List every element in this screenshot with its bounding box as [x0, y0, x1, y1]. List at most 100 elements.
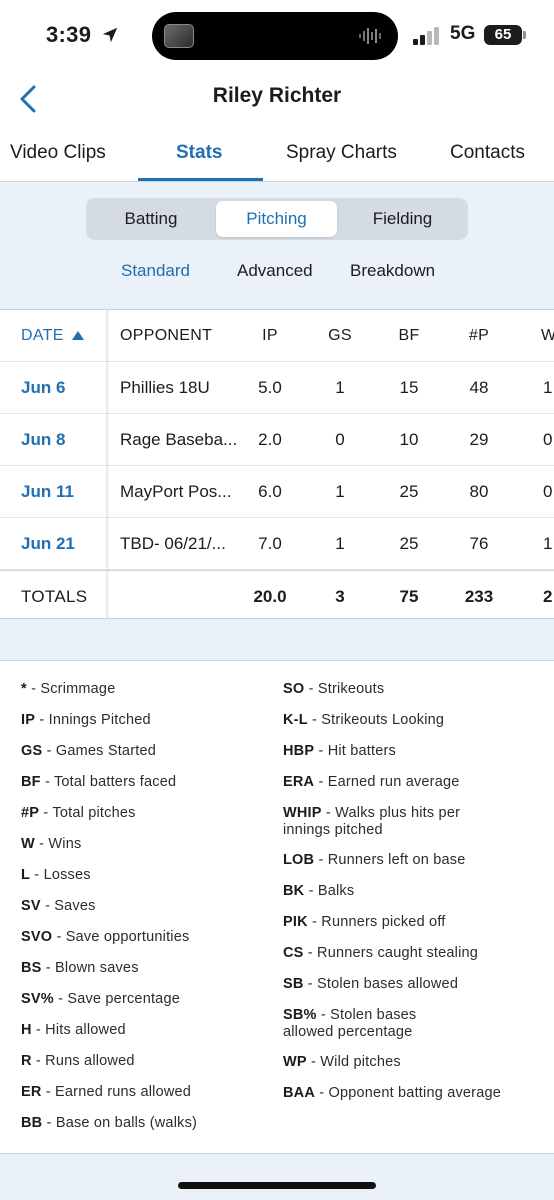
- subtab-advanced[interactable]: Advanced: [237, 261, 313, 281]
- row-w: 0: [543, 481, 553, 501]
- legend-item: WP - Wild pitches: [283, 1054, 401, 1070]
- tab-contacts[interactable]: Contacts: [450, 142, 525, 164]
- totals-pitches: 233: [464, 586, 494, 606]
- row-bf: 25: [399, 533, 419, 553]
- row-gs: 1: [335, 533, 345, 553]
- column-header-ip[interactable]: IP: [240, 310, 300, 361]
- column-header-w[interactable]: W: [541, 310, 554, 361]
- legend-item: SVO - Save opportunities: [21, 929, 190, 945]
- legend-item: BAA - Opponent batting average: [283, 1085, 502, 1101]
- legend-item: BS - Blown saves: [21, 960, 139, 976]
- row-opponent: Rage Baseba...: [120, 429, 238, 449]
- table-row[interactable]: Jun 21 TBD- 06/21/... 7.0 1 25 76 1: [0, 518, 554, 570]
- location-arrow-icon: [102, 27, 118, 43]
- legend-item: GS - Games Started: [21, 743, 156, 759]
- row-pitches: 80: [469, 481, 489, 501]
- row-gs: 1: [335, 481, 345, 501]
- cellular-signal-icon: [413, 27, 439, 45]
- audio-waveform-icon: [359, 28, 381, 44]
- legend-item: SB% - Stolen bases allowed percentage: [283, 1007, 417, 1040]
- battery-tip: [523, 31, 526, 39]
- legend-item: HBP - Hit batters: [283, 743, 396, 759]
- nav-bar: Riley Richter: [0, 72, 554, 128]
- tab-stats[interactable]: Stats: [176, 142, 222, 164]
- column-header-opponent[interactable]: OPPONENT: [120, 310, 212, 361]
- legend-item: BF - Total batters faced: [21, 774, 177, 790]
- legend-item: H - Hits allowed: [21, 1022, 126, 1038]
- table-row[interactable]: Jun 6 Phillies 18U 5.0 1 15 48 1: [0, 362, 554, 414]
- row-w: 1: [543, 533, 553, 553]
- row-bf: 10: [399, 429, 419, 449]
- pitching-stats-table[interactable]: DATE OPPONENT IP GS BF #P W Jun 6 Philli…: [0, 309, 554, 619]
- page-title: Riley Richter: [212, 84, 342, 107]
- status-bar: 3:39 5G 65: [0, 0, 554, 72]
- status-time: 3:39: [46, 22, 92, 47]
- sort-ascending-icon: [71, 331, 84, 340]
- legend-item: IP - Innings Pitched: [21, 712, 151, 728]
- row-pitches: 76: [469, 533, 489, 553]
- legend-item: PIK - Runners picked off: [283, 914, 446, 930]
- tab-video-clips[interactable]: Video Clips: [10, 142, 106, 164]
- totals-row: TOTALS 20.0 3 75 233 2: [0, 570, 554, 618]
- subtab-breakdown[interactable]: Breakdown: [350, 261, 435, 281]
- frozen-column-divider: [106, 310, 110, 618]
- row-opponent: MayPort Pos...: [120, 481, 232, 501]
- row-date[interactable]: Jun 6: [21, 362, 65, 413]
- legend-item: SV% - Save percentage: [21, 991, 180, 1007]
- column-header-date-label: DATE: [21, 326, 64, 344]
- row-bf: 25: [399, 481, 419, 501]
- legend-item: BB - Base on balls (walks): [21, 1115, 198, 1131]
- legend-item: CS - Runners caught stealing: [283, 945, 479, 961]
- home-indicator[interactable]: [178, 1182, 376, 1189]
- legend-item: SB - Stolen bases allowed: [283, 976, 459, 992]
- battery-icon: 65: [484, 25, 522, 45]
- column-header-date[interactable]: DATE: [21, 310, 84, 361]
- column-header-bf[interactable]: BF: [379, 310, 439, 361]
- totals-ip: 20.0: [253, 586, 287, 606]
- segment-fielding[interactable]: Fielding: [340, 201, 465, 237]
- legend-item: * - Scrimmage: [21, 681, 116, 697]
- totals-label: TOTALS: [21, 586, 88, 606]
- battery-level: 65: [494, 26, 512, 43]
- row-pitches: 29: [469, 429, 489, 449]
- row-w: 0: [543, 429, 553, 449]
- row-ip: 5.0: [258, 377, 282, 397]
- column-header-gs[interactable]: GS: [310, 310, 370, 361]
- row-date[interactable]: Jun 8: [21, 414, 65, 465]
- row-ip: 2.0: [258, 429, 282, 449]
- totals-w: 2: [543, 586, 553, 606]
- stat-view-tabs: Standard Advanced Breakdown: [0, 261, 554, 283]
- main-tabs: Video Clips Stats Spray Charts Contacts: [0, 128, 554, 182]
- table-row[interactable]: Jun 8 Rage Baseba... 2.0 0 10 29 0: [0, 414, 554, 466]
- table-row[interactable]: Jun 11 MayPort Pos... 6.0 1 25 80 0: [0, 466, 554, 518]
- row-opponent: TBD- 06/21/...: [120, 533, 226, 553]
- now-playing-artwork: [164, 24, 194, 48]
- row-gs: 1: [335, 377, 345, 397]
- row-bf: 15: [399, 377, 419, 397]
- legend-item: W - Wins: [21, 836, 82, 852]
- legend-item: L - Losses: [21, 867, 91, 883]
- row-opponent: Phillies 18U: [120, 377, 210, 397]
- totals-bf: 75: [399, 586, 419, 606]
- stat-type-segmented-control: Batting Pitching Fielding: [86, 198, 468, 240]
- active-tab-indicator: [138, 178, 263, 181]
- row-w: 1: [543, 377, 553, 397]
- legend-item: ERA - Earned run average: [283, 774, 460, 790]
- row-ip: 6.0: [258, 481, 282, 501]
- dynamic-island: [152, 12, 398, 60]
- legend-item: SO - Strikeouts: [283, 681, 385, 697]
- segment-pitching[interactable]: Pitching: [216, 201, 337, 237]
- subtab-standard[interactable]: Standard: [121, 261, 190, 281]
- column-header-pitches[interactable]: #P: [449, 310, 509, 361]
- row-date[interactable]: Jun 21: [21, 518, 75, 569]
- segment-batting[interactable]: Batting: [89, 201, 213, 237]
- totals-gs: 3: [335, 586, 345, 606]
- legend-item: #P - Total pitches: [21, 805, 136, 821]
- row-date[interactable]: Jun 11: [21, 466, 74, 517]
- legend-item: BK - Balks: [283, 883, 355, 899]
- row-gs: 0: [335, 429, 345, 449]
- legend-item: ER - Earned runs allowed: [21, 1084, 192, 1100]
- tab-spray-charts[interactable]: Spray Charts: [286, 142, 397, 164]
- legend-item: K-L - Strikeouts Looking: [283, 712, 445, 728]
- legend-item: WHIP - Walks plus hits per innings pitch…: [283, 805, 461, 838]
